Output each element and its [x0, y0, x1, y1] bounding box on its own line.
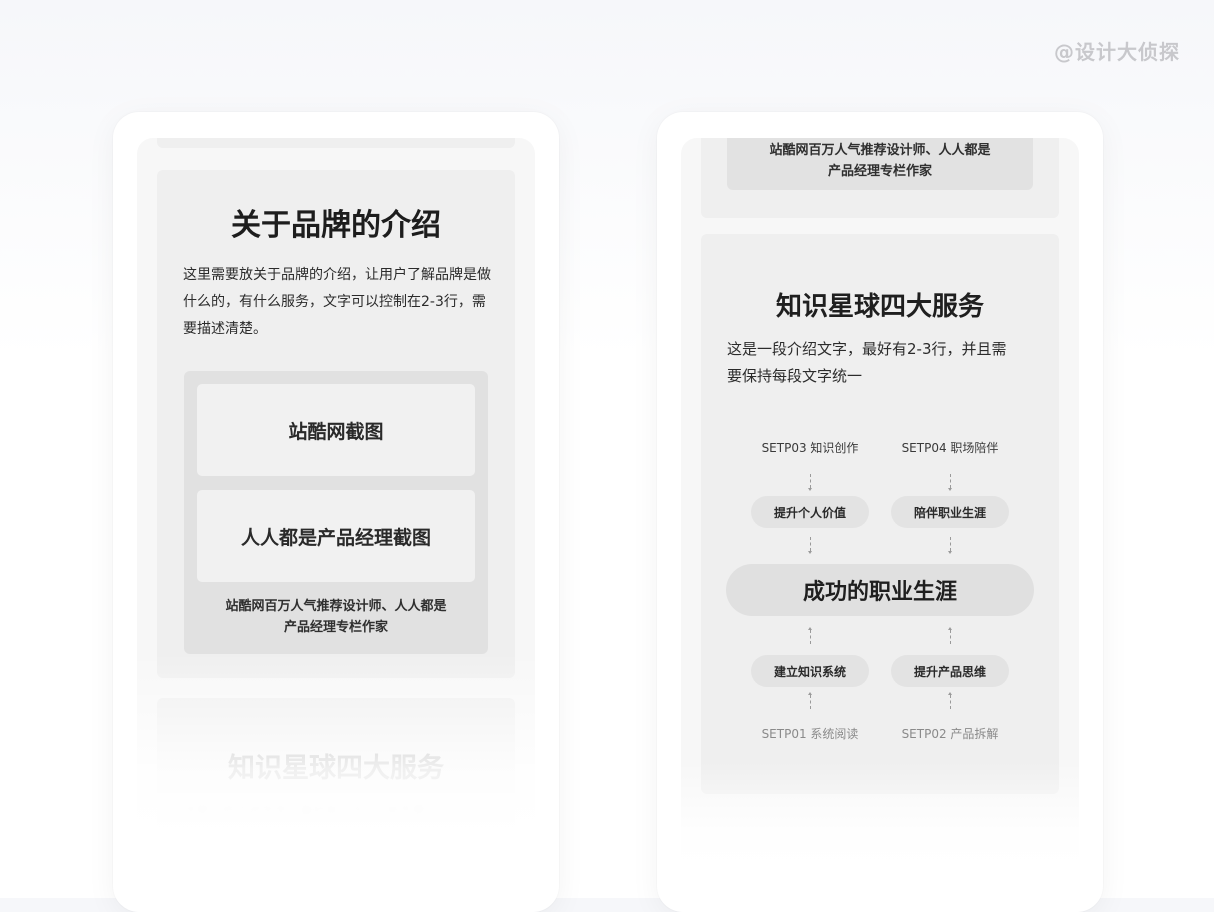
- phone-mockup-left: 关于品牌的介绍 这里需要放关于品牌的介绍，让用户了解品牌是做什么的，有什么服务，…: [113, 112, 559, 912]
- caption-line-2: 产品经理专栏作家: [827, 164, 932, 179]
- brand-intro-description: 这里需要放关于品牌的介绍，让用户了解品牌是做什么的，有什么服务，文字可以控制在2…: [183, 267, 491, 337]
- connector-arrow-up: [948, 627, 952, 644]
- caption-line-1: 站酷网百万人气推荐设计师、人人都是: [769, 143, 991, 158]
- pill-step4-career[interactable]: 陪伴职业生涯: [891, 496, 1009, 528]
- screen-left[interactable]: 关于品牌的介绍 这里需要放关于品牌的介绍，让用户了解品牌是做什么的，有什么服务，…: [137, 138, 535, 912]
- connector-arrow-down: [948, 474, 952, 491]
- pill-step3-value[interactable]: 提升个人价值: [751, 496, 869, 528]
- service-section-card: 知识星球四大服务 这是一段介绍文字，最好有2-3行，并且需: [157, 698, 515, 858]
- top-caption: 站酷网百万人气推荐设计师、人人都是 产品经理专栏作家: [727, 140, 1033, 182]
- woshipm-screenshot-placeholder[interactable]: 人人都是产品经理截图: [197, 490, 475, 582]
- connector-arrow-down: [948, 537, 952, 554]
- connector-arrow-up: [808, 692, 812, 709]
- step2-label: SETP02 产品拆解: [901, 727, 999, 741]
- connector-arrow-up: [948, 692, 952, 709]
- service-section-title: 知识星球四大服务: [228, 753, 444, 784]
- step1-label: SETP01 系统阅读: [761, 727, 859, 741]
- step3-label: SETP03 知识创作: [761, 441, 859, 455]
- service-section-title: 知识星球四大服务: [775, 292, 984, 322]
- step4-label: SETP04 职场陪伴: [901, 441, 999, 455]
- caption-box: 站酷网百万人气推荐设计师、人人都是 产品经理专栏作家: [727, 138, 1033, 190]
- phone-mockup-right: 站酷网百万人气推荐设计师、人人都是 产品经理专栏作家 知识星球四大服务 这是一段…: [657, 112, 1103, 912]
- previous-section-card: [157, 138, 515, 148]
- connector-arrow-down: [808, 474, 812, 491]
- screenshot-caption: 站酷网百万人气推荐设计师、人人都是 产品经理专栏作家: [184, 596, 488, 638]
- center-goal-pill[interactable]: 成功的职业生涯: [726, 564, 1034, 616]
- service-section-card: 知识星球四大服务 这是一段介绍文字，最好有2-3行，并且需 要保持每段文字统一 …: [701, 234, 1059, 794]
- caption-line-2: 产品经理专栏作家: [283, 620, 388, 635]
- pill-step2-product[interactable]: 提升产品思维: [891, 655, 1009, 687]
- description-line-2: 要保持每段文字统一: [727, 367, 863, 385]
- zcool-screenshot-placeholder[interactable]: 站酷网截图: [197, 384, 475, 476]
- description-line-1: 这是一段介绍文字，最好有2-3行，并且需: [727, 340, 1007, 358]
- service-section-ghost-text: 这是一段介绍文字，最好有2-3行，并且需: [183, 806, 426, 821]
- screenshot-container: 站酷网截图 人人都是产品经理截图 站酷网百万人气推荐设计师、人人都是 产品经理专…: [184, 371, 488, 654]
- pill-step1-knowledge[interactable]: 建立知识系统: [751, 655, 869, 687]
- previous-section-card: 站酷网百万人气推荐设计师、人人都是 产品经理专栏作家: [701, 138, 1059, 218]
- screen-right[interactable]: 站酷网百万人气推荐设计师、人人都是 产品经理专栏作家 知识星球四大服务 这是一段…: [681, 138, 1079, 912]
- caption-line-1: 站酷网百万人气推荐设计师、人人都是: [225, 599, 447, 614]
- watermark: @设计大侦探: [1054, 40, 1180, 64]
- service-section-description: 这是一段介绍文字，最好有2-3行，并且需 要保持每段文字统一: [727, 336, 1037, 390]
- brand-intro-title: 关于品牌的介绍: [231, 208, 441, 243]
- brand-intro-card: 关于品牌的介绍 这里需要放关于品牌的介绍，让用户了解品牌是做什么的，有什么服务，…: [157, 170, 515, 678]
- connector-arrow-down: [808, 537, 812, 554]
- connector-arrow-up: [808, 627, 812, 644]
